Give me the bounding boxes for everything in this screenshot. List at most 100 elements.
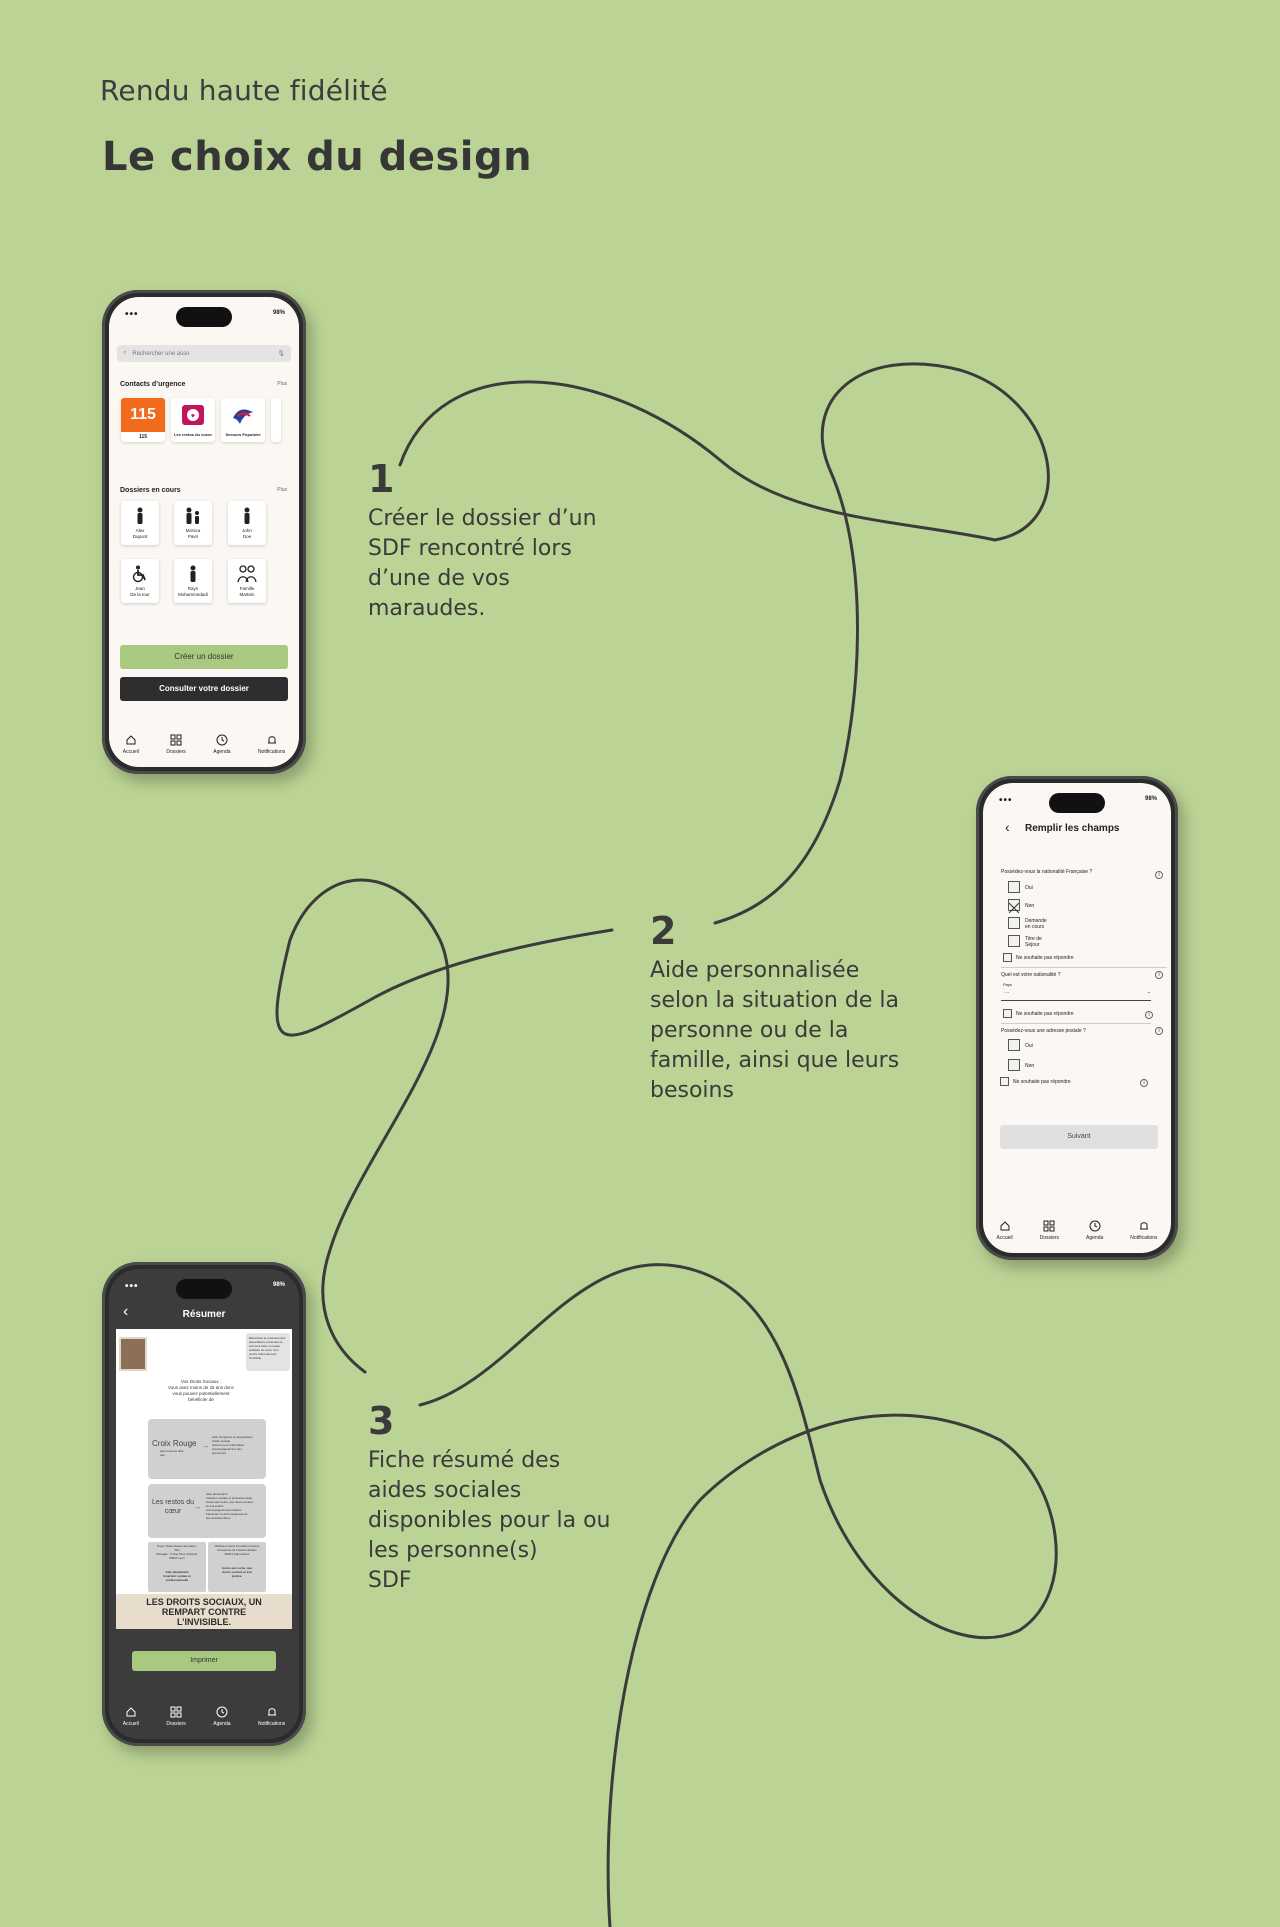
- step-3: 3 Fiche résumé des aides sociales dispon…: [368, 1402, 610, 1596]
- dossier-card[interactable]: John Doe: [228, 501, 266, 545]
- dynamic-island: [176, 1279, 232, 1299]
- pays-select[interactable]: ... ⌄: [1001, 989, 1151, 1001]
- step-3-number: 3: [368, 1399, 395, 1443]
- tab-accueil[interactable]: Accueil: [123, 734, 139, 755]
- contacts-section-title: Contacts d’urgence: [120, 381, 186, 388]
- tab-label: Notifications: [258, 1720, 286, 1727]
- org-desc: Aide d’urgence et associations d’aide so…: [212, 1435, 253, 1455]
- tab-agenda[interactable]: Agenda: [213, 734, 231, 755]
- dossiers-more-link[interactable]: Plus: [277, 487, 287, 493]
- next-button[interactable]: Suivant: [1000, 1125, 1158, 1149]
- tab-label: Agenda: [213, 748, 231, 755]
- dossiers-section-title: Dossiers en cours: [120, 487, 181, 494]
- tab-dossiers[interactable]: Dossiers: [1040, 1220, 1059, 1241]
- org-card-foyer[interactable]: Foyer Notre-Dame-des-Sans- Abri Refuges …: [148, 1542, 206, 1592]
- battery-status: 98%: [272, 1282, 285, 1288]
- checkbox-titre-sejour[interactable]: [1008, 935, 1020, 947]
- step-2-text: Aide personnalisée selon la situation de…: [650, 958, 900, 1103]
- dossier-name: Famille Martein: [239, 586, 255, 597]
- dossier-card[interactable]: Monica Pavir: [174, 501, 212, 545]
- dossier-name: Alex Dupont: [132, 528, 148, 539]
- tab-label: Notifications: [1130, 1234, 1158, 1241]
- org-name: Les restos du cœur: [152, 1499, 195, 1515]
- info-icon[interactable]: i: [1155, 971, 1163, 979]
- tab-label: Accueil: [996, 1234, 1013, 1241]
- step-3-text: Fiche résumé des aides sociales disponib…: [368, 1448, 611, 1593]
- info-icon[interactable]: i: [1155, 871, 1163, 879]
- org-card-croix-rouge[interactable]: Croix Rouge plus ta deme ditle use → Aid…: [148, 1419, 266, 1479]
- tab-dossiers[interactable]: Dossiers: [166, 1706, 186, 1727]
- tab-dossiers[interactable]: Dossiers: [166, 734, 186, 755]
- contact-card-partial[interactable]: [271, 398, 281, 442]
- checkbox-demande[interactable]: [1008, 917, 1020, 929]
- tab-label: Notifications: [258, 748, 286, 755]
- option-label: Oui: [1025, 885, 1033, 891]
- field-label: Pays: [1003, 982, 1012, 987]
- tab-accueil[interactable]: Accueil: [123, 1706, 139, 1727]
- dossier-name: Jean De la tour: [130, 586, 150, 597]
- option-label: Demande en cours: [1025, 918, 1047, 930]
- dossier-name: Monica Pavir: [185, 528, 201, 539]
- tab-agenda[interactable]: Agenda: [213, 1706, 231, 1727]
- org-sub: plus ta deme ditle use: [160, 1449, 184, 1457]
- org-card-msf[interactable]: Médecins Sans Frontières France 64 avenu…: [208, 1542, 266, 1592]
- create-dossier-button[interactable]: Créer un dossier: [120, 645, 288, 669]
- checkbox-non[interactable]: [1008, 1059, 1020, 1071]
- dossier-card[interactable]: Jean De la tour: [121, 559, 159, 603]
- contact-card-secours-populaire[interactable]: Secours Populaire: [221, 398, 265, 442]
- step-2: 2 Aide personnalisée selon la situation …: [650, 912, 899, 1106]
- question-address: Possédez-vous une adresse postale ?: [1001, 1023, 1151, 1034]
- tab-notifications[interactable]: Notifications: [258, 1706, 285, 1727]
- note-box: Bénévoles et cuisiniers des associations…: [246, 1333, 290, 1371]
- rights-intro: Vos Droits Sociaux : Vous avez moins de …: [167, 1379, 235, 1402]
- option-label: Non: [1025, 903, 1035, 909]
- option-label: Ne souhaite pas répondre: [1016, 955, 1074, 961]
- tab-agenda[interactable]: Agenda: [1086, 1220, 1103, 1241]
- info-icon[interactable]: i: [1145, 1011, 1153, 1019]
- checkbox-no-answer[interactable]: [1003, 953, 1012, 962]
- consult-dossier-button[interactable]: Consulter votre dossier: [120, 677, 288, 701]
- org-card-restos-du-coeur[interactable]: Les restos du cœur → Aide alimentaire In…: [148, 1484, 266, 1538]
- dossier-card[interactable]: Famille Martein: [228, 559, 266, 603]
- tab-notifications[interactable]: Notifications: [1130, 1220, 1158, 1241]
- contact-card-115[interactable]: 115 115: [121, 398, 165, 442]
- checkbox-non[interactable]: [1008, 899, 1020, 914]
- org-info: Médecins Sans Frontières France 64 avenu…: [214, 1544, 260, 1556]
- checkbox-no-answer[interactable]: [1003, 1009, 1012, 1018]
- clock-icon: [1089, 1220, 1101, 1231]
- print-button[interactable]: Imprimer: [132, 1651, 276, 1671]
- tab-accueil[interactable]: Accueil: [996, 1220, 1013, 1241]
- bell-icon: [267, 1707, 276, 1715]
- grid-icon: [170, 1706, 182, 1717]
- contact-label: Secours Populaire: [225, 432, 261, 437]
- phone-summary-mockup: ••• 98% ‹ Résumer Bénévoles et cuisinier…: [102, 1262, 306, 1746]
- info-icon[interactable]: i: [1140, 1079, 1148, 1087]
- search-input[interactable]: ⌕ Rechercher une asso 🎙: [117, 345, 291, 362]
- microphone-icon[interactable]: 🎙: [277, 350, 285, 357]
- dossier-card[interactable]: Rayn Mohammedadi: [174, 559, 212, 603]
- pays-value: ...: [1005, 989, 1010, 995]
- checkbox-no-answer[interactable]: [1000, 1077, 1009, 1086]
- checkbox-oui[interactable]: [1008, 881, 1020, 893]
- checked-x-icon: [1008, 902, 1020, 914]
- home-screen: ••• 98% ⌕ Rechercher une asso 🎙 Contacts…: [109, 297, 299, 767]
- dossier-card[interactable]: Alex Dupont: [121, 501, 159, 545]
- tab-notifications[interactable]: Notifications: [258, 734, 285, 755]
- back-chevron-icon[interactable]: ‹: [1005, 819, 1010, 835]
- chevron-down-icon: ⌄: [1146, 989, 1151, 995]
- person-icon: [190, 565, 196, 582]
- org-desc: Aide alimentaire Insertion sociale et pr…: [206, 1492, 254, 1520]
- battery-status: 98%: [1144, 796, 1157, 802]
- person-icon: [244, 507, 250, 524]
- family-icon: [237, 565, 257, 583]
- checkbox-oui[interactable]: [1008, 1039, 1020, 1051]
- dossier-name: Rayn Mohammedadi: [178, 586, 208, 597]
- org-services: Aide alimentaire Insertion sociale et pr…: [163, 1570, 191, 1582]
- rights-banner: LES DROITS SOCIAUX, UN REMPART CONTRE L’…: [116, 1594, 292, 1629]
- contact-card-restos[interactable]: ♥ Les restos du coeur: [171, 398, 215, 442]
- contacts-more-link[interactable]: Plus: [277, 381, 287, 387]
- tab-bar: Accueil Dossiers Agenda Notifications: [983, 1207, 1171, 1253]
- dynamic-island: [176, 307, 232, 327]
- info-icon[interactable]: i: [1155, 1027, 1163, 1035]
- summary-document[interactable]: Bénévoles et cuisiniers des associations…: [116, 1329, 292, 1629]
